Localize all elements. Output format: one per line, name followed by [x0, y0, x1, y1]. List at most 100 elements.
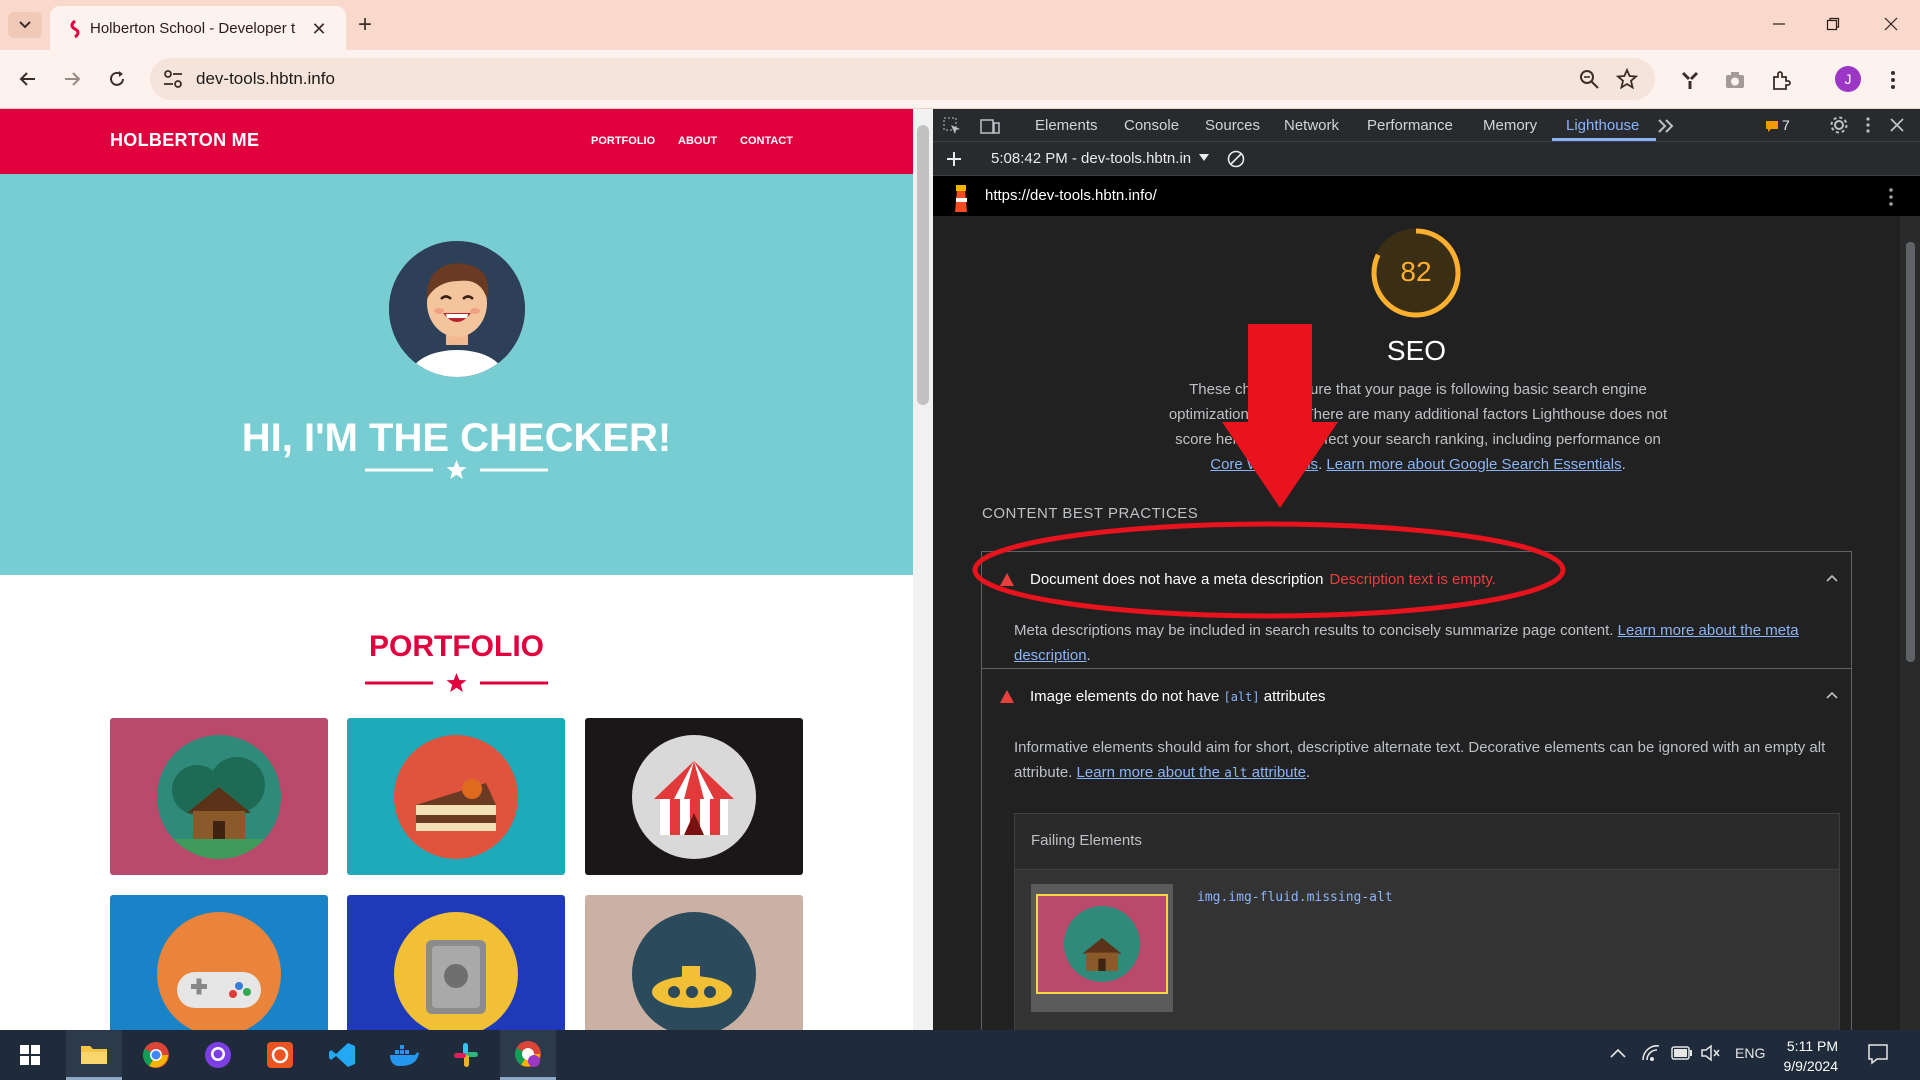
devtools-menu-icon[interactable] — [1865, 117, 1871, 133]
web-page-viewport: HOLBERTON ME PORTFOLIO ABOUT CONTACT HI,… — [0, 109, 913, 1030]
profile-avatar[interactable]: J — [1835, 66, 1861, 92]
tab-lighthouse[interactable]: Lighthouse — [1566, 117, 1639, 134]
taskbar-ubuntu[interactable] — [252, 1030, 308, 1080]
device-toolbar-icon[interactable] — [980, 117, 1000, 135]
taskbar-vscode[interactable] — [314, 1030, 370, 1080]
inspect-element-icon[interactable] — [943, 117, 961, 135]
report-selector[interactable]: 5:08:42 PM - dev-tools.hbtn.in — [991, 150, 1191, 167]
element-screenshot — [1031, 884, 1173, 1012]
report-menu-icon[interactable] — [1888, 188, 1894, 206]
description-end: . — [1621, 456, 1626, 473]
portfolio-tile-gamepad[interactable] — [110, 895, 328, 1030]
windows-logo-icon — [20, 1045, 40, 1065]
tab-memory[interactable]: Memory — [1483, 117, 1537, 134]
audit-title: Image elements do not have [alt] attribu… — [1030, 688, 1325, 705]
page-scrollbar-thumb[interactable] — [917, 125, 929, 405]
taskbar-chrome[interactable] — [128, 1030, 184, 1080]
page-scrollbar[interactable] — [913, 109, 933, 1030]
issues-count[interactable]: 7 — [1782, 117, 1790, 133]
audit-description-end: . — [1306, 764, 1311, 781]
clear-report-icon[interactable] — [1227, 150, 1245, 168]
star-divider-icon — [365, 673, 548, 692]
restore-button[interactable] — [1810, 8, 1856, 40]
browser-menu-button[interactable] — [1880, 67, 1906, 93]
battery-icon[interactable] — [1671, 1046, 1693, 1060]
tab-search-button[interactable] — [8, 12, 42, 38]
forward-button[interactable] — [56, 63, 88, 95]
chevron-up-icon[interactable] — [1826, 691, 1838, 699]
tab-sources[interactable]: Sources — [1205, 117, 1260, 134]
tab-network[interactable]: Network — [1284, 117, 1339, 134]
start-button[interactable] — [2, 1030, 58, 1080]
devtools-scrollbar-thumb[interactable] — [1906, 242, 1915, 662]
devtools-scrollbar[interactable] — [1900, 216, 1920, 1030]
minimize-button[interactable] — [1756, 8, 1802, 40]
active-tab-indicator — [1552, 138, 1656, 141]
new-tab-button[interactable]: + — [352, 11, 378, 38]
site-info-icon[interactable] — [162, 68, 184, 90]
portfolio-tile-cake[interactable] — [347, 718, 565, 875]
taskbar-slack[interactable] — [438, 1030, 494, 1080]
browser-toolbar: dev-tools.hbtn.info J — [0, 50, 1920, 109]
portfolio-tile-cabin[interactable] — [110, 718, 328, 875]
nav-link-portfolio[interactable]: PORTFOLIO — [591, 135, 655, 147]
audit-description: Informative elements should aim for shor… — [1014, 735, 1834, 786]
hero-section: HI, I'M THE CHECKER! — [0, 174, 913, 575]
extension-icon[interactable] — [1677, 67, 1703, 93]
show-hidden-icons-icon[interactable] — [1610, 1048, 1626, 1058]
nav-link-contact[interactable]: CONTACT — [740, 135, 793, 147]
fail-triangle-icon — [1000, 690, 1014, 703]
link-text-suffix: attribute — [1247, 764, 1307, 781]
portfolio-tile-safe[interactable] — [347, 895, 565, 1030]
score-value: 82 — [1400, 256, 1432, 287]
taskbar-docker[interactable] — [376, 1030, 432, 1080]
tab-console[interactable]: Console — [1124, 117, 1179, 134]
cabin-thumbnail-icon — [1036, 894, 1168, 994]
audit-image-alt-header[interactable]: Image elements do not have [alt] attribu… — [982, 669, 1851, 725]
system-clock[interactable]: 5:11 PM 9/9/2024 — [1772, 1036, 1839, 1076]
screenshot-extension-button[interactable] — [1722, 67, 1748, 93]
audit-title-code: [alt] — [1223, 690, 1260, 704]
portfolio-tile-submarine[interactable] — [585, 895, 803, 1030]
more-tabs-icon[interactable] — [1657, 119, 1675, 133]
element-selector[interactable]: img.img-fluid.missing-alt — [1197, 890, 1393, 905]
zoom-icon[interactable] — [1578, 68, 1600, 90]
close-window-button[interactable] — [1868, 8, 1914, 40]
failing-element-row[interactable]: img.img-fluid.missing-alt — [1015, 870, 1839, 1030]
tab-elements[interactable]: Elements — [1035, 117, 1098, 134]
dropdown-arrow-icon[interactable] — [1199, 154, 1209, 162]
extensions-button[interactable] — [1768, 67, 1794, 93]
back-button[interactable] — [12, 63, 44, 95]
chrome-profile-icon — [515, 1040, 541, 1067]
arrow-right-icon — [65, 72, 81, 86]
notifications-icon[interactable] — [1867, 1043, 1889, 1065]
new-report-plus-icon[interactable] — [946, 151, 962, 167]
star-bookmark-icon[interactable] — [1616, 68, 1638, 90]
clock-time: 5:11 PM — [1786, 1038, 1838, 1054]
nav-link-about[interactable]: ABOUT — [678, 135, 717, 147]
taskbar-github[interactable] — [190, 1030, 246, 1080]
failing-elements-label: Failing Elements — [1031, 832, 1142, 849]
settings-gear-icon[interactable] — [1830, 116, 1848, 134]
tab-performance[interactable]: Performance — [1367, 117, 1453, 134]
volume-muted-icon[interactable] — [1700, 1044, 1720, 1062]
search-essentials-link[interactable]: Learn more about Google Search Essential… — [1326, 456, 1621, 473]
browser-tab-active[interactable]: Holberton School - Developer t ✕ — [50, 6, 346, 50]
taskbar-chrome-profile[interactable] — [500, 1030, 556, 1080]
minimize-icon — [1773, 23, 1785, 25]
close-devtools-icon[interactable] — [1890, 118, 1904, 132]
network-icon[interactable] — [1641, 1044, 1661, 1062]
chevron-up-icon[interactable] — [1826, 574, 1838, 582]
site-brand-link[interactable]: HOLBERTON ME — [110, 130, 259, 151]
portfolio-tile-circus[interactable] — [585, 718, 803, 875]
taskbar-file-explorer[interactable] — [66, 1030, 122, 1080]
link-code: alt — [1224, 766, 1248, 781]
reload-button[interactable] — [101, 63, 133, 95]
devtools-tab-bar: Elements Console Sources Network Perform… — [933, 109, 1920, 142]
learn-more-alt-link[interactable]: Learn more about the alt attribute — [1077, 764, 1306, 781]
lighthouse-report-url[interactable]: https://dev-tools.hbtn.info/ — [985, 187, 1157, 204]
language-indicator[interactable]: ENG — [1735, 1045, 1765, 1061]
tab-close-icon[interactable]: ✕ — [308, 18, 330, 40]
safe-icon — [394, 911, 518, 1030]
address-bar[interactable]: dev-tools.hbtn.info — [150, 58, 1655, 100]
